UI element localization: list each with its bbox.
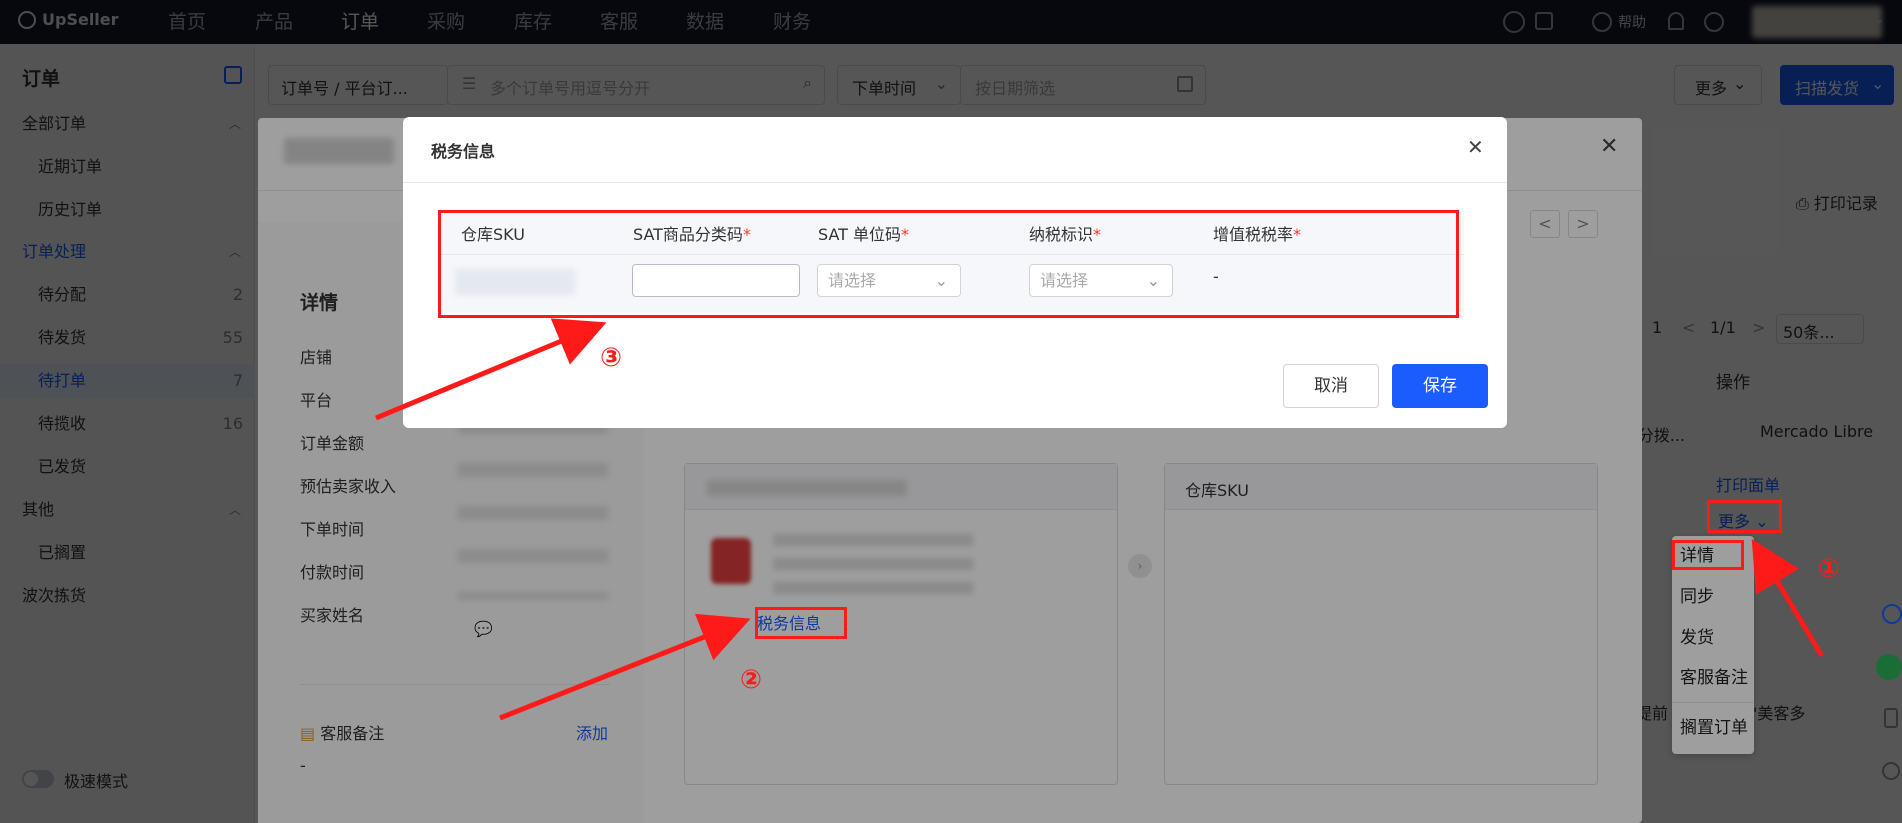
arrow-to-details: [1751, 538, 1825, 658]
arrow-to-tax-link: [499, 613, 751, 721]
annotation-arrows: [375, 318, 1825, 721]
arrow-to-tax-table: [375, 318, 607, 421]
